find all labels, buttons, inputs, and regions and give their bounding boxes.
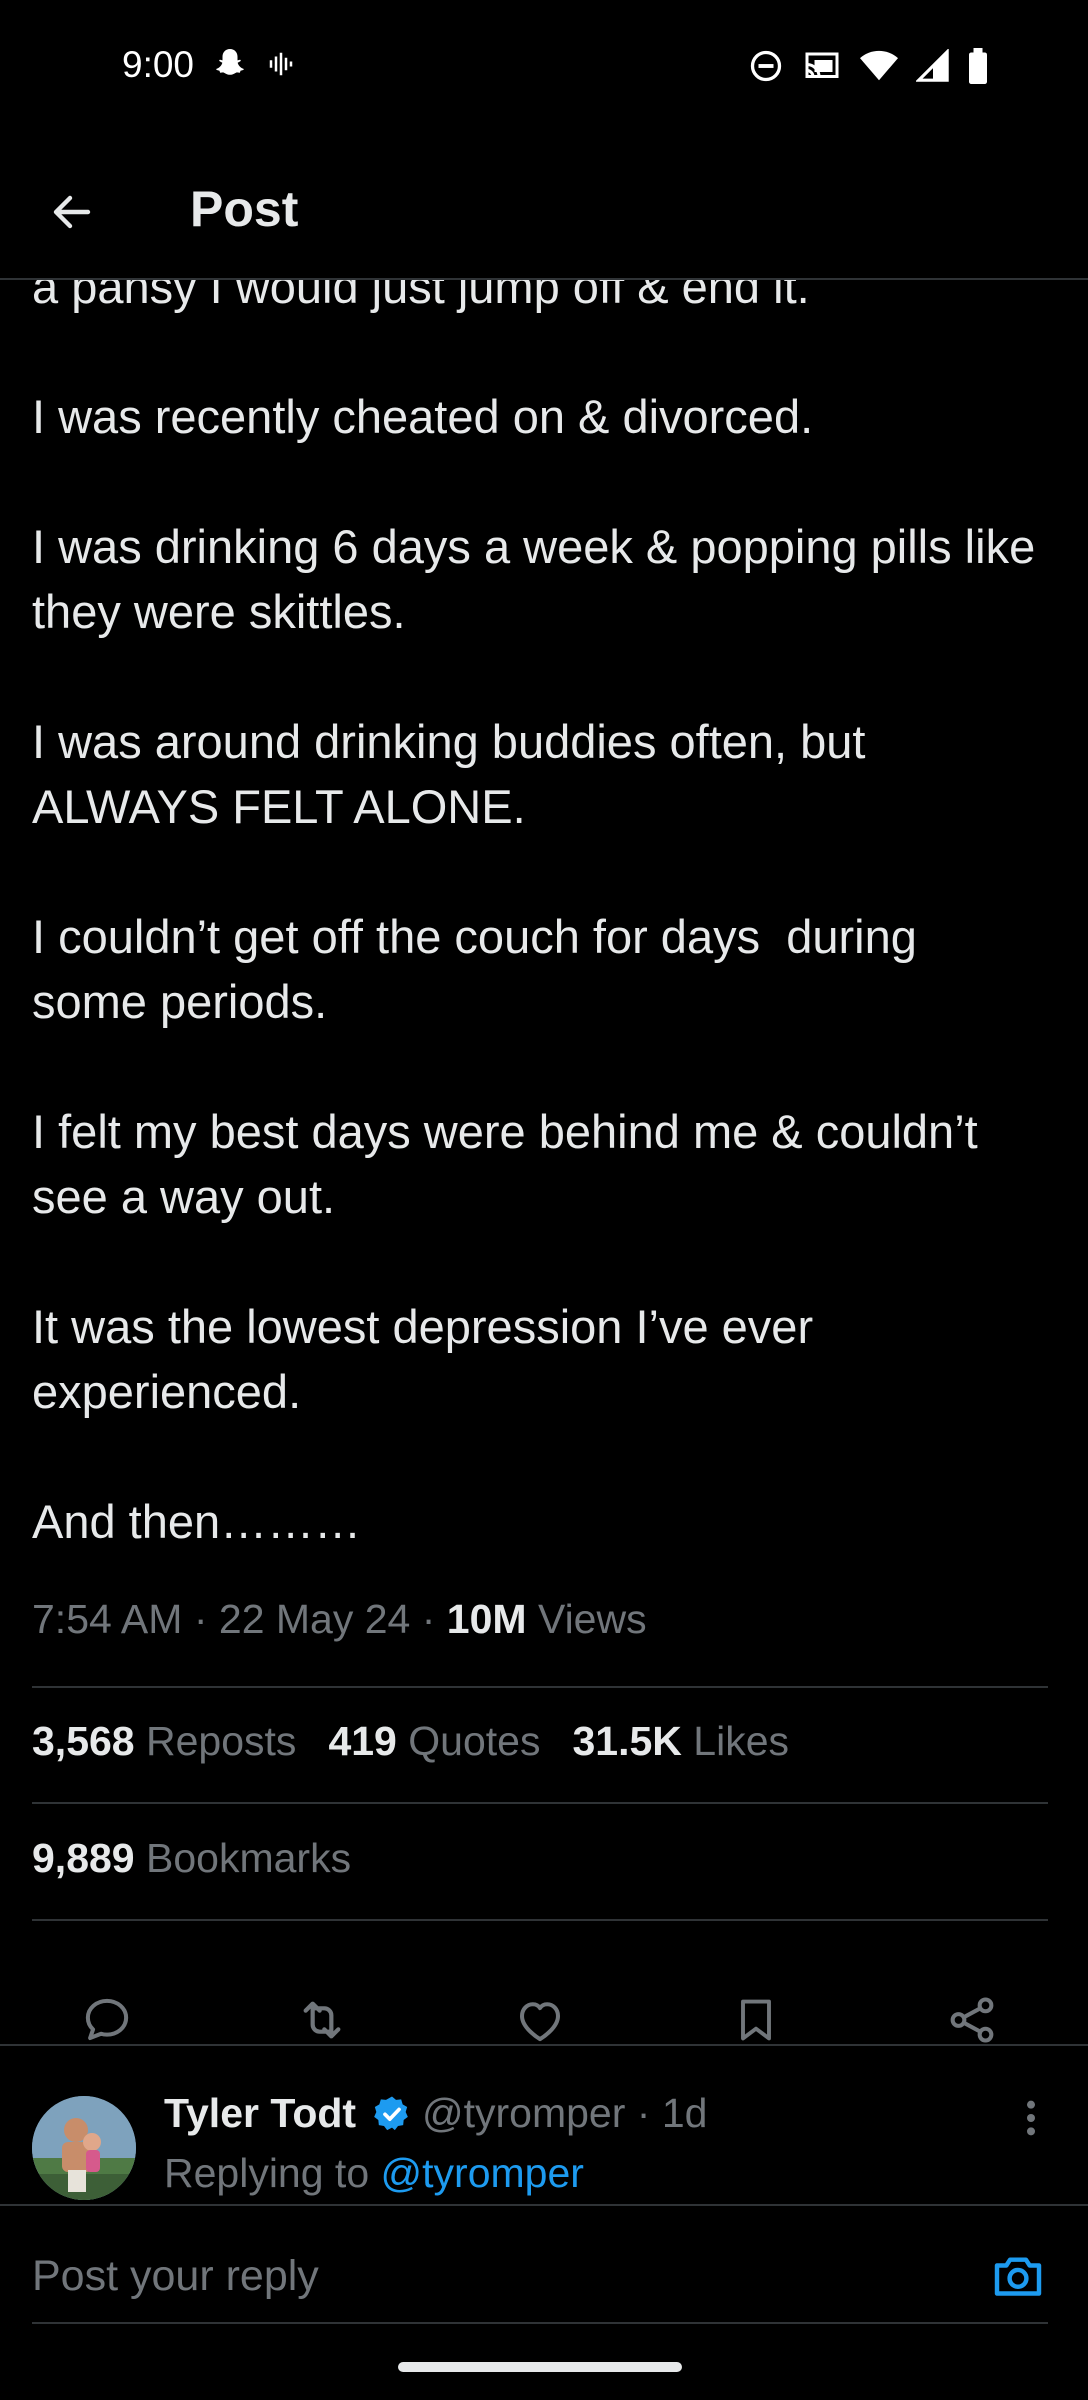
post-metadata: 7:54 AM · 22 May 24 · 10M Views <box>32 1596 647 1642</box>
reply-handle: @tyromper <box>422 2090 626 2136</box>
reply-button[interactable] <box>77 1990 137 2050</box>
replying-to-link[interactable]: @tyromper <box>381 2150 584 2196</box>
quotes-stat[interactable]: 419 Quotes <box>328 1718 540 1765</box>
camera-button[interactable] <box>988 2246 1048 2306</box>
divider <box>32 1686 1048 1688</box>
back-arrow-icon <box>53 195 91 229</box>
likes-label: Likes <box>693 1718 790 1764</box>
like-icon <box>519 2002 561 2042</box>
bookmarks-label: Bookmarks <box>146 1835 352 1881</box>
engagement-stats: 3,568 Reposts 419 Quotes 31.5K Likes <box>32 1718 789 1765</box>
divider <box>32 1802 1048 1804</box>
wifi-icon <box>860 50 898 81</box>
post-paragraph: a pansy I would just jump off & end it. <box>32 278 810 313</box>
post-detail-scroll[interactable]: a pansy I would just jump off & end it. … <box>0 278 1088 2206</box>
reply-icon <box>85 1998 129 2041</box>
reply-composer: Post your reply <box>0 2204 1088 2326</box>
reply-input[interactable]: Post your reply <box>32 2252 319 2301</box>
replying-to-prefix: Replying to <box>164 2150 370 2196</box>
quotes-label: Quotes <box>408 1718 541 1764</box>
reposts-count: 3,568 <box>32 1718 135 1764</box>
snapchat-icon <box>216 49 244 75</box>
views-label: Views <box>537 1596 647 1642</box>
post-paragraph: I was recently cheated on & divorced. <box>32 390 814 443</box>
camera-icon <box>994 2257 1042 2296</box>
reply-handle-age: @tyromper · 1d <box>422 2090 708 2136</box>
status-time: 9:00 <box>122 44 195 85</box>
avatar-image <box>32 2096 136 2200</box>
share-button[interactable] <box>942 1990 1002 2050</box>
likes-count: 31.5K <box>572 1718 682 1764</box>
like-button[interactable] <box>510 1990 570 2050</box>
reply-age: 1d <box>661 2090 708 2136</box>
reply-item[interactable]: Tyler Todt @tyromper · 1d Replying to @t… <box>0 2048 1088 2206</box>
views-count: 10M <box>446 1596 527 1642</box>
reply-author-name[interactable]: Tyler Todt <box>164 2090 356 2137</box>
do-not-disturb-icon <box>750 50 782 82</box>
post-paragraph: I was drinking 6 days a week & popping p… <box>32 520 1049 638</box>
bookmark-icon <box>741 1999 771 2041</box>
divider <box>32 1919 1048 1921</box>
post-paragraph: I felt my best days were behind me & cou… <box>32 1105 991 1223</box>
reposts-label: Reposts <box>146 1718 297 1764</box>
bookmarks-count: 9,889 <box>32 1835 135 1881</box>
post-time: 7:54 AM <box>32 1596 183 1642</box>
signal-icon <box>916 49 949 82</box>
reposts-stat[interactable]: 3,568 Reposts <box>32 1718 296 1765</box>
verified-badge-icon <box>374 2096 408 2131</box>
post-text: a pansy I would just jump off & end it. … <box>32 278 1042 1619</box>
voicemail-icon <box>269 52 293 76</box>
page-title: Post <box>190 181 299 237</box>
avatar[interactable] <box>32 2096 136 2200</box>
post-paragraph: And then……… <box>32 1495 362 1548</box>
post-paragraph: I was around drinking buddies often, but… <box>32 715 876 833</box>
composer-underline <box>32 2322 1048 2324</box>
more-options-icon[interactable] <box>1024 2098 1038 2138</box>
status-bar: 9:00 <box>0 0 1088 140</box>
bookmarks-stat[interactable]: 9,889 Bookmarks <box>32 1835 351 1882</box>
repost-icon <box>303 2001 341 2039</box>
cast-icon <box>805 52 839 78</box>
post-paragraph: It was the lowest depression I’ve ever e… <box>32 1300 827 1418</box>
top-app-bar: Post <box>0 140 1088 280</box>
repost-button[interactable] <box>292 1990 352 2050</box>
bookmark-button[interactable] <box>726 1990 786 2050</box>
post-date: 22 May 24 <box>218 1596 411 1642</box>
back-button[interactable] <box>42 182 102 242</box>
share-icon <box>950 1997 994 2043</box>
battery-icon <box>969 48 987 84</box>
post-paragraph: I couldn’t get off the couch for days du… <box>32 910 930 1028</box>
home-gesture-bar[interactable] <box>398 2362 682 2372</box>
quotes-count: 419 <box>328 1718 397 1764</box>
likes-stat[interactable]: 31.5K Likes <box>572 1718 789 1765</box>
divider <box>0 2044 1088 2046</box>
replying-to: Replying to @tyromper <box>164 2150 584 2197</box>
